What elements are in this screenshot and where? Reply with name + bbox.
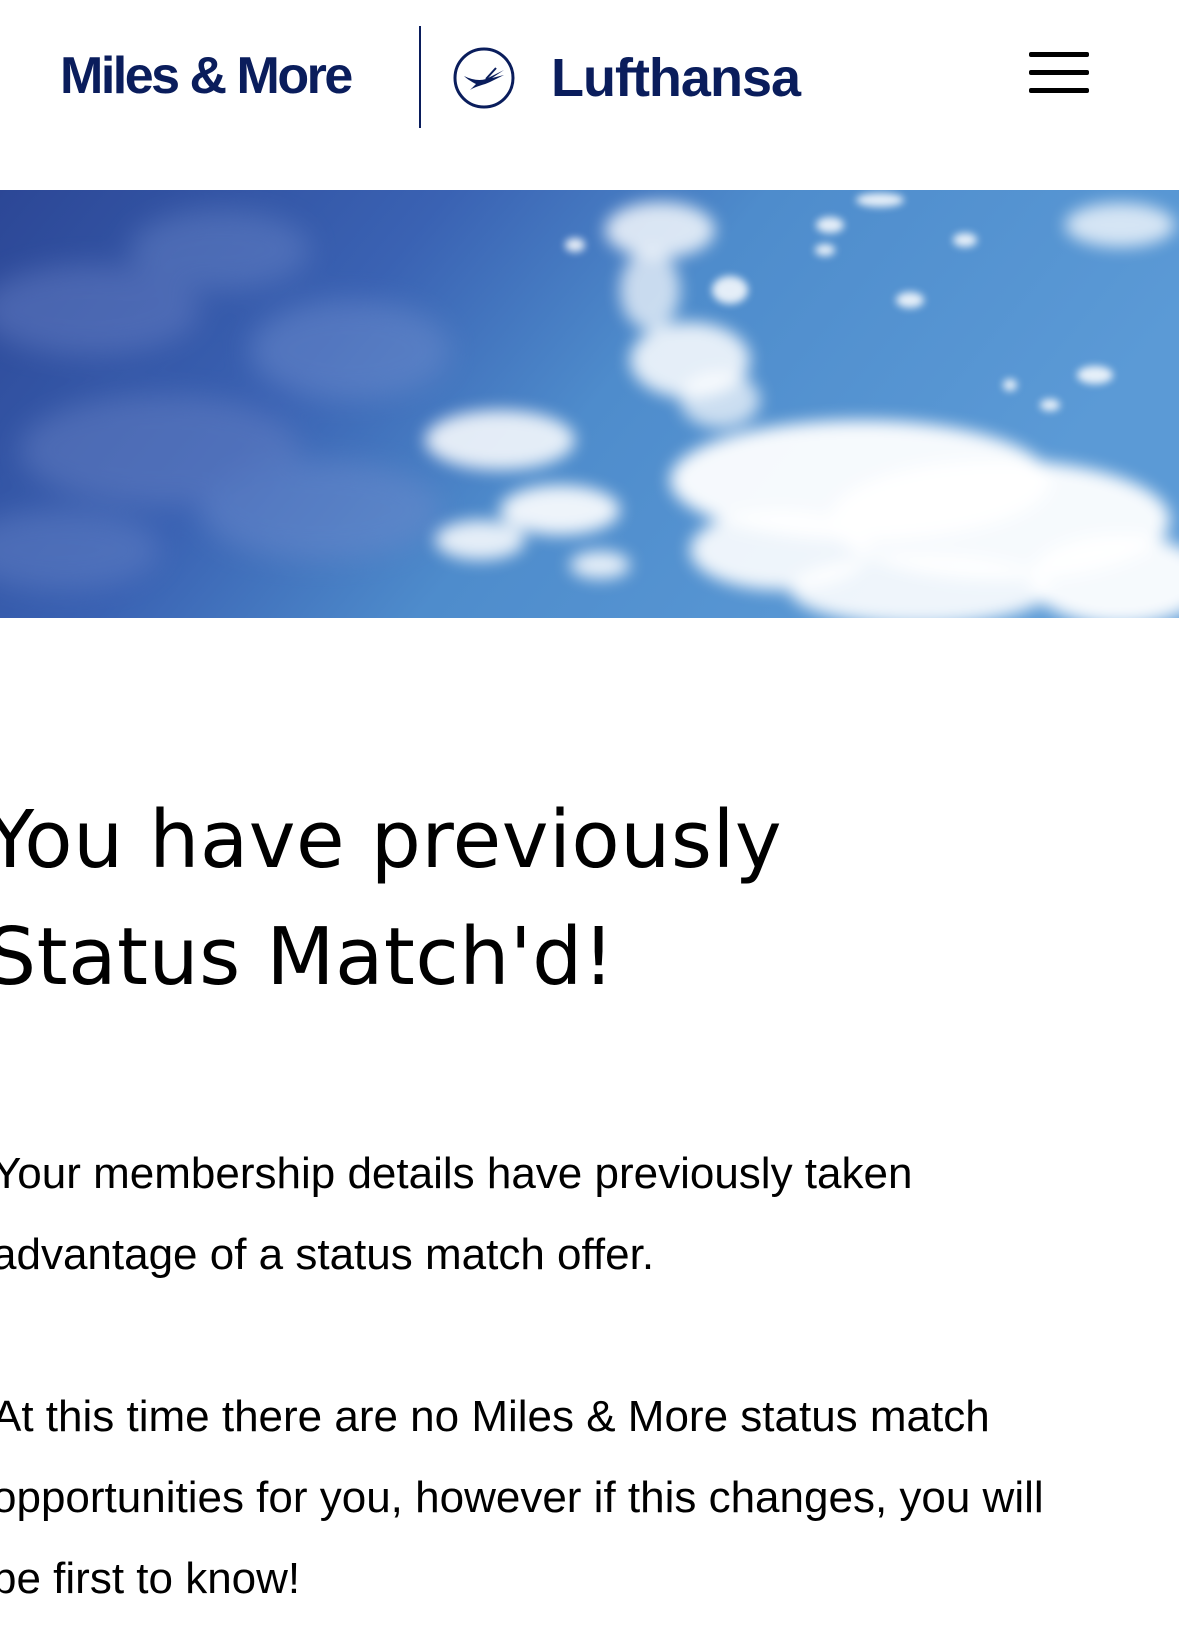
message-line: be first to know!	[0, 1554, 301, 1603]
crane-icon	[453, 47, 515, 109]
message-line: Your membership details have previously …	[0, 1149, 913, 1198]
miles-and-more-logo[interactable]: Miles & More	[60, 46, 353, 106]
message-line: opportunities for you, however if this c…	[0, 1473, 1044, 1522]
membership-message: Your membership details have previously …	[0, 1133, 1142, 1295]
hamburger-menu-icon[interactable]	[1026, 48, 1092, 98]
status-match-message: At this time there are no Miles & More s…	[0, 1376, 1142, 1619]
lufthansa-logo[interactable]: Lufthansa	[551, 48, 801, 108]
menu-bar	[1029, 70, 1089, 75]
page-title: You have previously Status Match'd!	[0, 782, 1136, 1016]
message-line: At this time there are no Miles & More s…	[0, 1392, 990, 1441]
hero-sky-image	[0, 190, 1179, 618]
menu-bar	[1029, 88, 1089, 93]
title-line: Status Match'd!	[0, 911, 615, 1003]
menu-bar	[1029, 52, 1089, 57]
clouds-illustration	[0, 190, 1179, 618]
title-line: You have previously	[0, 794, 783, 886]
logo-divider	[419, 26, 421, 128]
site-header: Miles & More Lufthansa	[0, 0, 1179, 182]
message-line: advantage of a status match offer.	[0, 1230, 655, 1279]
